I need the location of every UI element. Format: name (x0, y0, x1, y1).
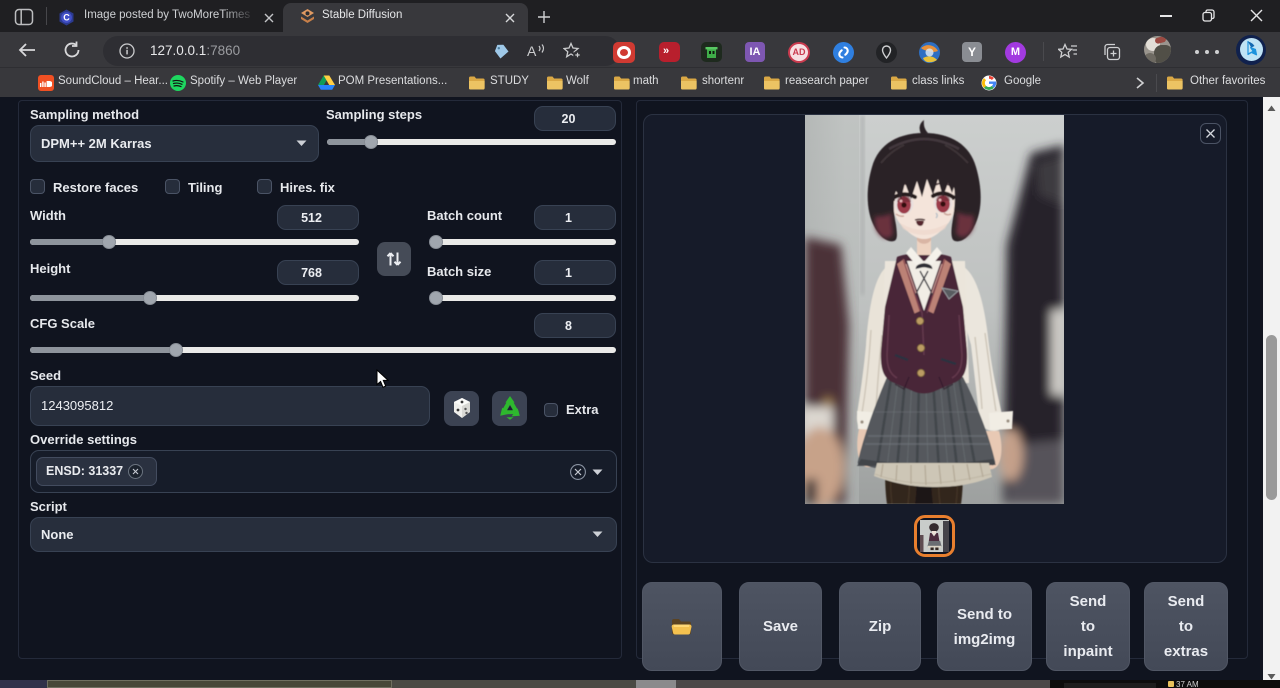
svg-text:C: C (63, 13, 70, 23)
svg-text:A: A (527, 43, 537, 59)
